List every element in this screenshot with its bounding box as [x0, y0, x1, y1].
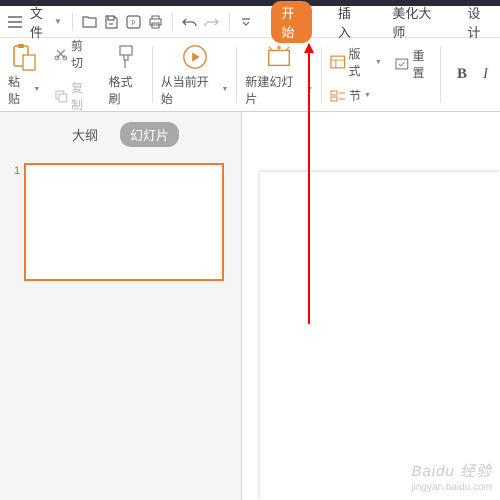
watermark-brand: Baidu 经验 — [411, 462, 492, 482]
thumbnails-area: 1 — [0, 155, 241, 289]
format-painter-icon — [112, 43, 140, 71]
print-icon[interactable] — [146, 12, 164, 32]
tab-insert[interactable]: 插入 — [330, 1, 367, 43]
from-current-label: 从当前开始▼ — [161, 73, 229, 107]
export-pdf-icon[interactable]: P — [124, 12, 142, 32]
hamburger-icon[interactable] — [6, 12, 24, 32]
reset-button[interactable]: 重置 — [394, 45, 436, 83]
slide-canvas[interactable] — [260, 172, 500, 500]
slide-thumbnail-1[interactable]: 1 — [14, 163, 227, 281]
italic-button[interactable]: I — [477, 66, 494, 83]
watermark: Baidu 经验 jingyan.baidu.com — [411, 462, 492, 495]
layout-section-group: 版式▼ 节▼ — [322, 42, 390, 107]
thumbnail-preview — [24, 163, 224, 281]
font-style-group: B I — [441, 42, 500, 107]
ribbon-tabs: 开始 插入 美化大师 设计 — [271, 1, 496, 43]
file-menu-label: 文件 — [30, 3, 52, 41]
tab-beautify[interactable]: 美化大师 — [384, 1, 441, 43]
copy-label: 复制 — [71, 79, 95, 113]
reset-group: 重置 — [390, 42, 440, 107]
annotation-arrow — [308, 44, 310, 324]
reset-label: 重置 — [413, 47, 437, 81]
watermark-url: jingyan.baidu.com — [411, 481, 492, 494]
svg-text:P: P — [131, 21, 135, 27]
tab-start[interactable]: 开始 — [271, 1, 312, 43]
menubar: 文件 ▼ P 开始 插入 美化大师 设计 — [0, 6, 500, 38]
separator — [72, 13, 73, 31]
section-label: 节 — [349, 87, 361, 104]
canvas-area — [242, 112, 500, 500]
separator — [172, 13, 173, 31]
paste-label: 粘贴▼ — [8, 73, 40, 107]
slide-number: 1 — [14, 165, 20, 177]
bold-button[interactable]: B — [451, 66, 473, 83]
format-painter-label: 格式刷 — [109, 73, 144, 107]
separator — [229, 13, 230, 31]
play-icon — [181, 43, 209, 71]
new-slide-icon — [265, 43, 293, 71]
panel-tabs: 大纲 幻灯片 — [0, 112, 241, 155]
cut-button[interactable]: 剪切 — [54, 35, 94, 73]
format-painter-group[interactable]: 格式刷 — [101, 42, 152, 107]
ribbon: 粘贴▼ 剪切 复制 格式刷 从当前开始▼ 新建幻灯片▼ — [0, 38, 500, 112]
copy-button[interactable]: 复制 — [54, 77, 94, 115]
chevron-down-icon: ▼ — [54, 17, 62, 26]
paste-group[interactable]: 粘贴▼ — [0, 42, 48, 107]
redo-icon[interactable] — [203, 12, 221, 32]
slide-panel: 大纲 幻灯片 1 — [0, 112, 242, 500]
new-slide-label: 新建幻灯片▼ — [245, 73, 313, 107]
slides-tab[interactable]: 幻灯片 — [120, 122, 179, 147]
from-current-group[interactable]: 从当前开始▼ — [153, 42, 237, 107]
undo-icon[interactable] — [181, 12, 199, 32]
workspace: 大纲 幻灯片 1 — [0, 112, 500, 500]
paste-icon — [10, 43, 38, 71]
save-icon[interactable] — [103, 12, 121, 32]
tab-design[interactable]: 设计 — [459, 1, 496, 43]
outline-tab[interactable]: 大纲 — [62, 122, 108, 147]
cut-label: 剪切 — [71, 37, 95, 71]
open-folder-icon[interactable] — [81, 12, 99, 32]
layout-label: 版式 — [349, 45, 372, 79]
clipboard-small-group: 剪切 复制 — [48, 42, 100, 107]
layout-button[interactable]: 版式▼ — [330, 43, 382, 81]
section-button[interactable]: 节▼ — [330, 85, 382, 106]
customize-toolbar-icon[interactable] — [238, 12, 256, 32]
